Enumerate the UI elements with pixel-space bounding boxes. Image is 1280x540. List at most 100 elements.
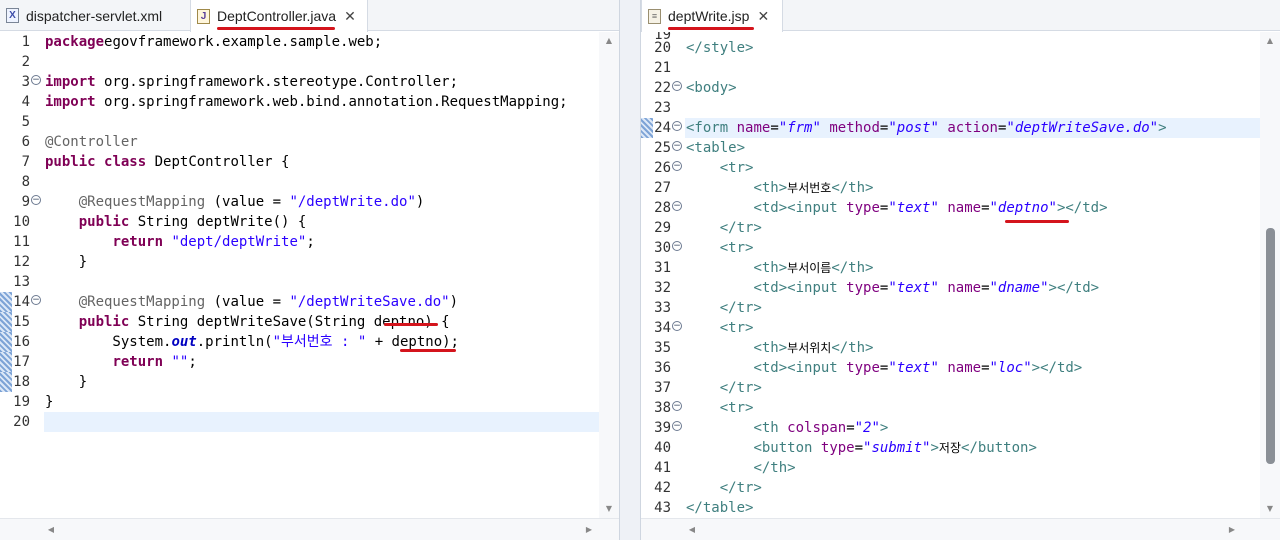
line-number: 40	[654, 440, 671, 456]
code-area[interactable]: </style> <body> <form name="frm" method="p…	[685, 32, 1260, 518]
line-number: 30	[654, 240, 671, 256]
line-number: 23	[654, 100, 671, 116]
scroll-up-icon[interactable]: ▲	[1260, 32, 1280, 50]
code-token: </tr>	[719, 220, 762, 236]
code-token: public	[78, 314, 130, 330]
code-token: >	[930, 440, 939, 456]
code-line: </table>	[685, 498, 1260, 518]
code-token: "submit"	[863, 440, 931, 456]
tab-dept-write-jsp[interactable]: ≡ deptWrite.jsp ✕	[641, 0, 783, 32]
tab-dept-controller[interactable]: J DeptController.java ✕	[190, 0, 368, 32]
fold-toggle-icon[interactable]: −	[31, 295, 41, 305]
code-token: public	[78, 214, 130, 230]
code-token: (value =	[205, 294, 290, 310]
code-token: @RequestMapping	[78, 294, 206, 310]
code-token: "post"	[888, 120, 939, 136]
java-file-icon: J	[197, 8, 210, 24]
code-token: ></td>	[1048, 280, 1100, 296]
horizontal-scrollbar[interactable]: ◀ ▶	[641, 518, 1280, 540]
code-token: type	[846, 280, 880, 296]
code-token: "loc"	[989, 360, 1032, 376]
code-token: + deptno);	[366, 334, 459, 350]
code-token: <form	[686, 120, 729, 136]
fold-toggle-icon[interactable]: −	[31, 75, 41, 85]
code-token: .println(	[196, 334, 273, 350]
line-number: 38	[654, 400, 671, 416]
code-token: return	[112, 354, 164, 370]
code-line: return "";	[44, 352, 599, 372]
code-line: <body>	[685, 78, 1260, 98]
code-line: import org.springframework.stereotype.Co…	[44, 72, 599, 92]
scroll-right-icon[interactable]: ▶	[1223, 521, 1241, 539]
code-token: (value =	[205, 194, 290, 210]
code-token: egovframework.example.sample.web;	[104, 34, 383, 50]
code-token: <th	[753, 420, 779, 436]
code-token: </tr>	[719, 480, 762, 496]
scroll-left-icon[interactable]: ◀	[683, 521, 701, 539]
scroll-down-icon[interactable]: ▼	[599, 500, 619, 518]
scroll-thumb[interactable]	[1266, 228, 1275, 464]
code-token: =	[981, 280, 990, 296]
code-line: <th>부서번호</th>	[685, 178, 1260, 198]
code-token: method	[829, 120, 880, 136]
fold-toggle-icon[interactable]: −	[672, 241, 682, 251]
code-token: name	[947, 200, 982, 216]
pane-divider[interactable]	[620, 0, 640, 540]
fold-toggle-icon[interactable]: −	[672, 81, 682, 91]
code-line: public String deptWrite() {	[44, 212, 599, 232]
code-token: "dname"	[989, 280, 1049, 296]
fold-toggle-icon[interactable]: −	[672, 421, 682, 431]
close-icon[interactable]: ✕	[757, 8, 769, 25]
vertical-scrollbar[interactable]: ▲ ▼	[599, 32, 619, 518]
code-token: 부서번호	[787, 181, 832, 195]
scroll-up-icon[interactable]: ▲	[599, 32, 619, 50]
code-line: </tr>	[685, 218, 1260, 238]
code-token: "부서번호 : "	[272, 334, 367, 350]
code-token: "/deptWriteSave.do"	[289, 294, 450, 310]
code-token: ></td>	[1031, 360, 1083, 376]
code-line: <td><input type="text" name="dname"></td…	[685, 278, 1260, 298]
scroll-right-icon[interactable]: ▶	[580, 521, 598, 539]
horizontal-scrollbar[interactable]: ◀ ▶	[0, 518, 619, 540]
line-number-gutter: 19 20 21 22−23 24−25−26−27 28−29 30−31 32 33 34−3…	[641, 32, 685, 518]
code-token: package	[45, 34, 105, 50]
code-token: <th>	[753, 260, 788, 276]
code-token: @Controller	[45, 134, 138, 150]
line-number: 13	[13, 274, 30, 290]
close-icon[interactable]: ✕	[344, 8, 356, 25]
fold-toggle-icon[interactable]: −	[672, 321, 682, 331]
tab-dispatcher-servlet[interactable]: X dispatcher-servlet.xml	[0, 0, 186, 31]
code-token: <tr>	[719, 240, 754, 256]
vertical-scrollbar[interactable]: ▲ ▼	[1260, 32, 1280, 518]
code-token: =	[770, 120, 779, 136]
code-line: import org.springframework.web.bind.anno…	[44, 92, 599, 112]
jsp-editor[interactable]: 19 20 21 22−23 24−25−26−27 28−29 30−31 32 33 34−3…	[641, 32, 1280, 518]
line-number: 33	[654, 300, 671, 316]
fold-toggle-icon[interactable]: −	[31, 195, 41, 205]
java-editor[interactable]: 1 2 3−4 5 6 7 8 9−10 11 12 13 14−15 16 17 18 19 20 packa…	[0, 32, 619, 518]
fold-toggle-icon[interactable]: −	[672, 401, 682, 411]
code-line: }	[44, 372, 599, 392]
fold-toggle-icon[interactable]: −	[672, 201, 682, 211]
code-token: <tr>	[719, 160, 754, 176]
scroll-left-icon[interactable]: ◀	[42, 521, 60, 539]
fold-toggle-icon[interactable]: −	[672, 121, 682, 131]
fold-toggle-icon[interactable]: −	[672, 141, 682, 151]
scroll-down-icon[interactable]: ▼	[1260, 500, 1280, 518]
tab-underline-annotation	[668, 27, 754, 30]
code-line: <tr>	[685, 158, 1260, 178]
code-line: <table>	[685, 138, 1260, 158]
code-token: name	[736, 120, 771, 136]
fold-toggle-icon[interactable]: −	[672, 161, 682, 171]
code-area[interactable]: packageegovframework.example.sample.web;…	[44, 32, 599, 518]
